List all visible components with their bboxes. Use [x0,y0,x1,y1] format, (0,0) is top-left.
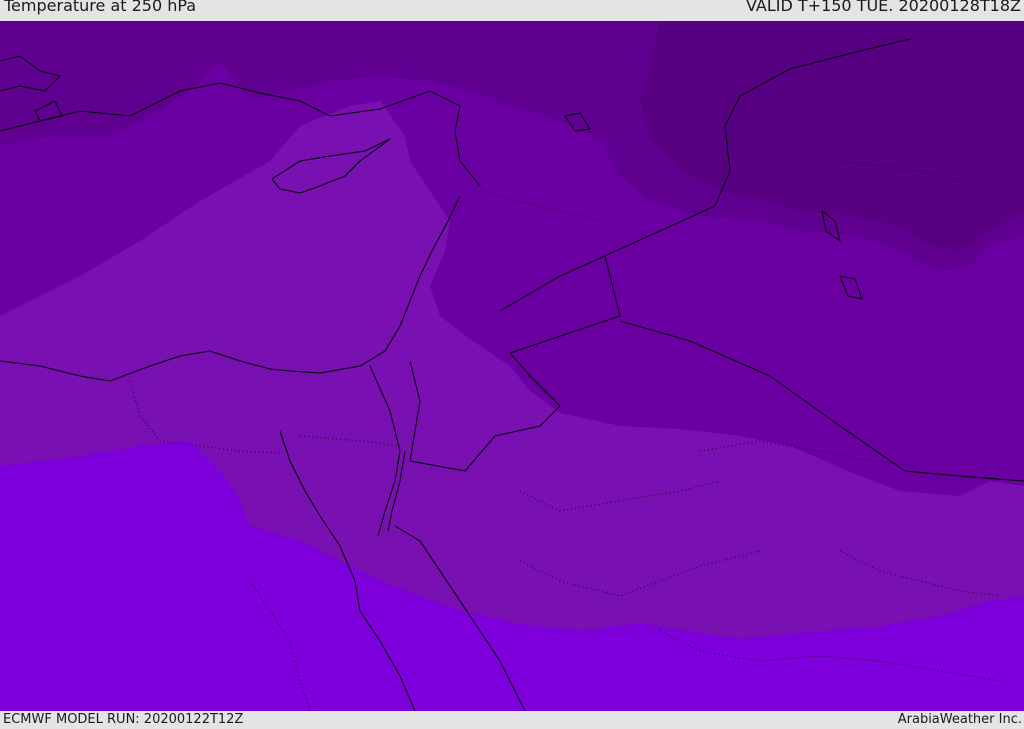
credit-label: ArabiaWeather Inc. [897,712,1022,727]
weather-map-frame: Temperature at 250 hPa VALID T+150 TUE. … [0,0,1024,729]
header-bar: Temperature at 250 hPa VALID T+150 TUE. … [0,0,1024,21]
valid-time: VALID T+150 TUE. 20200128T18Z [745,0,1021,15]
map-title: Temperature at 250 hPa [4,0,197,15]
model-run-label: ECMWF MODEL RUN: 20200122T12Z [3,712,244,727]
temperature-map [0,21,1024,711]
map-area[interactable] [0,21,1024,711]
footer-bar: ECMWF MODEL RUN: 20200122T12Z ArabiaWeat… [0,711,1024,729]
